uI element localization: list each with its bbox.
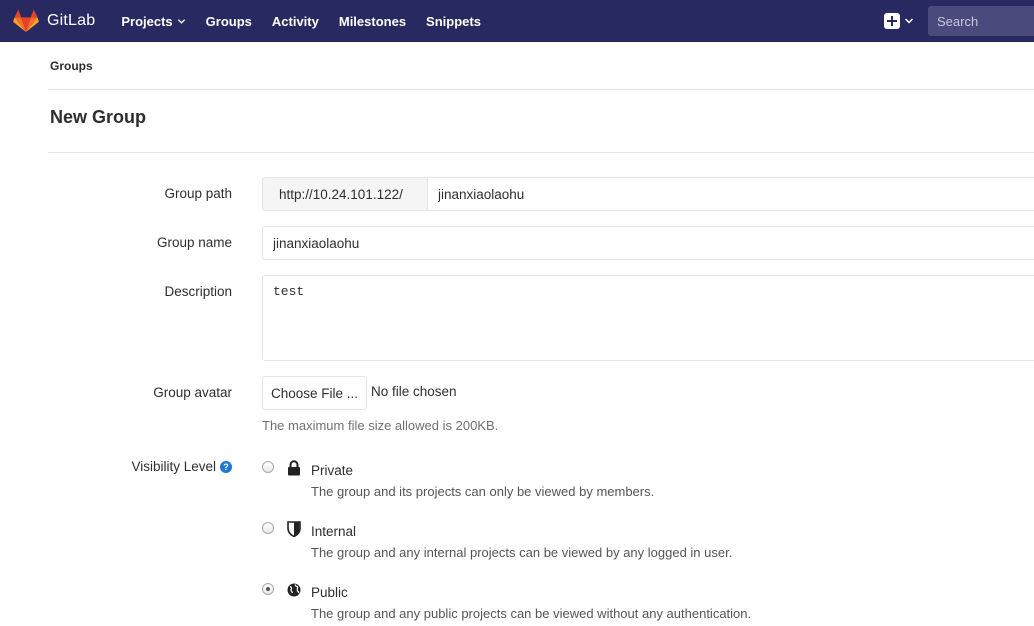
help-icon[interactable]: ? — [220, 461, 232, 473]
nav-milestones[interactable]: Milestones — [339, 14, 406, 29]
group-name-input[interactable] — [262, 226, 1034, 260]
visibility-internal-description: The group and any internal projects can … — [311, 545, 733, 560]
group-avatar-label: Group avatar — [153, 385, 232, 400]
visibility-private-radio[interactable] — [262, 461, 274, 473]
lock-icon — [288, 460, 300, 476]
gitlab-logo-icon — [13, 9, 39, 32]
visibility-public-description: The group and any public projects can be… — [311, 606, 752, 621]
search-box — [928, 6, 1034, 36]
file-status-text: No file chosen — [371, 384, 457, 399]
visibility-level-label: Visibility Level? — [131, 459, 232, 474]
group-path-label: Group path — [164, 186, 232, 201]
plus-square-icon — [884, 13, 900, 29]
nav-projects-label: Projects — [121, 13, 173, 29]
navbar-right — [884, 0, 1034, 42]
visibility-internal-title: Internal — [311, 524, 357, 539]
shield-icon — [287, 521, 301, 537]
breadcrumb-groups[interactable]: Groups — [50, 59, 93, 73]
group-path-input[interactable] — [428, 177, 1034, 211]
group-name-label: Group name — [156, 235, 232, 250]
nav-groups[interactable]: Groups — [206, 14, 252, 29]
chevron-down-icon — [177, 18, 185, 24]
page-title: New Group — [50, 107, 147, 127]
main-nav: Projects Groups Activity Milestones Snip… — [121, 0, 501, 42]
avatar-size-help: The maximum file size allowed is 200KB. — [262, 418, 499, 433]
choose-file-button[interactable]: Choose File ... — [262, 376, 367, 410]
visibility-internal-radio[interactable] — [262, 522, 274, 534]
description-label: Description — [164, 284, 232, 299]
top-navbar: GitLab Projects Groups Activity Mileston… — [0, 0, 1034, 42]
nav-activity[interactable]: Activity — [272, 14, 319, 29]
group-path-prefix: http://10.24.101.122/ — [262, 177, 428, 211]
globe-icon — [287, 583, 301, 597]
nav-snippets[interactable]: Snippets — [426, 14, 481, 29]
brand-name: GitLab — [47, 12, 96, 29]
chevron-down-icon — [904, 18, 914, 24]
nav-projects[interactable]: Projects — [121, 14, 185, 29]
visibility-public-radio[interactable] — [262, 583, 274, 595]
description-textarea[interactable]: test — [262, 275, 1034, 361]
visibility-public-title: Public — [311, 585, 348, 600]
divider — [48, 89, 1034, 90]
gitlab-home-link[interactable]: GitLab — [13, 0, 95, 42]
visibility-private-description: The group and its projects can only be v… — [311, 484, 655, 499]
visibility-private-title: Private — [311, 463, 354, 478]
new-item-dropdown[interactable] — [884, 13, 914, 29]
divider — [48, 152, 1034, 153]
search-input[interactable] — [937, 13, 1033, 29]
visibility-level-label-text: Visibility Level — [131, 459, 216, 474]
